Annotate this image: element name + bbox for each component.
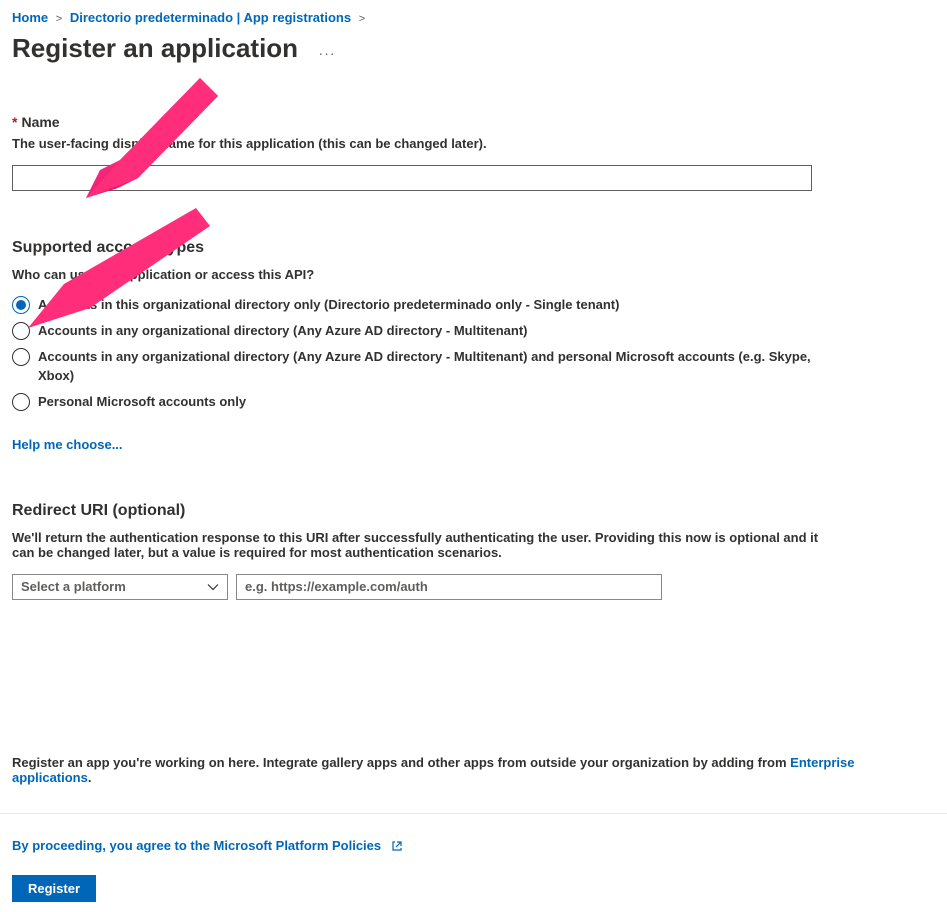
- radio-label: Accounts in this organizational director…: [38, 296, 619, 314]
- name-input[interactable]: [12, 165, 812, 191]
- account-type-option[interactable]: Personal Microsoft accounts only: [12, 393, 935, 411]
- name-label-text: Name: [21, 114, 59, 130]
- radio-label: Accounts in any organizational directory…: [38, 348, 848, 384]
- redirect-uri-description: We'll return the authentication response…: [12, 530, 832, 560]
- platform-policies-link[interactable]: By proceeding, you agree to the Microsof…: [12, 838, 935, 853]
- account-type-option[interactable]: Accounts in this organizational director…: [12, 296, 935, 314]
- radio-icon[interactable]: [12, 393, 30, 411]
- account-types-radio-group: Accounts in this organizational director…: [12, 296, 935, 411]
- register-button[interactable]: Register: [12, 875, 96, 902]
- breadcrumb: Home > Directorio predeterminado | App r…: [12, 10, 935, 25]
- redirect-uri-input[interactable]: [236, 574, 662, 600]
- platform-select[interactable]: Select a platform: [12, 574, 228, 600]
- redirect-uri-heading: Redirect URI (optional): [12, 502, 935, 520]
- policy-text: By proceeding, you agree to the Microsof…: [12, 838, 381, 853]
- radio-icon[interactable]: [12, 348, 30, 366]
- enterprise-note-text: Register an app you're working on here. …: [12, 755, 790, 770]
- page-title: Register an application: [12, 33, 298, 64]
- chevron-down-icon: [207, 581, 219, 593]
- more-icon[interactable]: ···: [319, 45, 336, 61]
- redirect-uri-section: Redirect URI (optional) We'll return the…: [12, 502, 935, 600]
- radio-label: Accounts in any organizational directory…: [38, 322, 527, 340]
- chevron-right-icon: >: [359, 13, 365, 25]
- footer-area: Register an app you're working on here. …: [12, 755, 935, 902]
- help-me-choose-link[interactable]: Help me choose...: [12, 437, 123, 452]
- external-link-icon: [391, 840, 403, 852]
- account-type-option[interactable]: Accounts in any organizational directory…: [12, 322, 935, 340]
- name-description: The user-facing display name for this ap…: [12, 136, 935, 151]
- breadcrumb-directory[interactable]: Directorio predeterminado | App registra…: [70, 10, 351, 25]
- radio-label: Personal Microsoft accounts only: [38, 393, 246, 411]
- account-type-option[interactable]: Accounts in any organizational directory…: [12, 348, 935, 384]
- required-star-icon: *: [12, 114, 17, 130]
- radio-icon[interactable]: [12, 296, 30, 314]
- account-types-subtext: Who can use this application or access t…: [12, 267, 935, 282]
- account-types-section: Supported account types Who can use this…: [12, 239, 935, 454]
- account-types-heading: Supported account types: [12, 239, 935, 257]
- divider: [0, 813, 947, 814]
- chevron-right-icon: >: [56, 13, 62, 25]
- radio-icon[interactable]: [12, 322, 30, 340]
- name-label: *Name: [12, 114, 935, 130]
- name-section: *Name The user-facing display name for t…: [12, 114, 935, 191]
- platform-select-value: Select a platform: [21, 579, 126, 594]
- enterprise-apps-note: Register an app you're working on here. …: [12, 755, 935, 785]
- breadcrumb-home[interactable]: Home: [12, 10, 48, 25]
